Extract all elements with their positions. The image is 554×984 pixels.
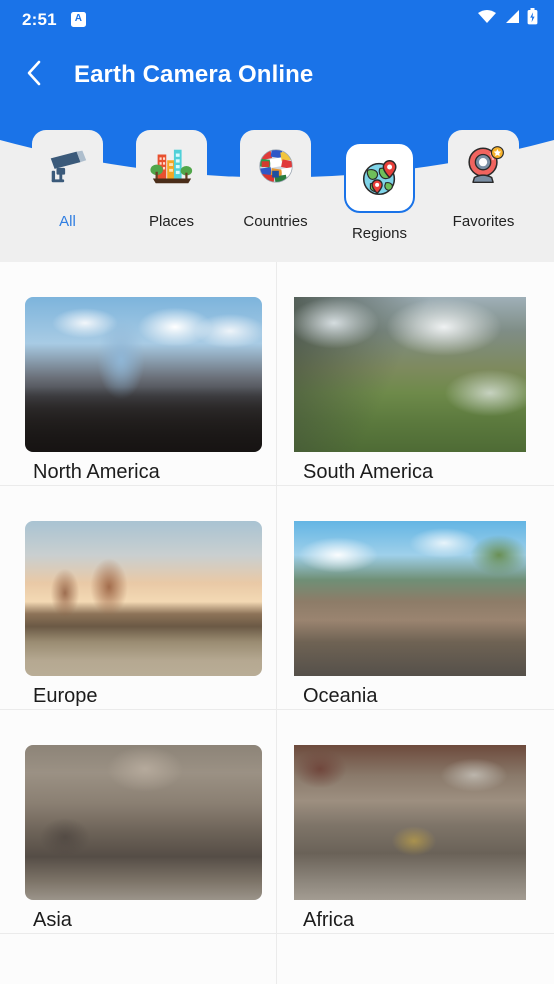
tab-all-card bbox=[32, 130, 103, 201]
tab-places-label: Places bbox=[148, 213, 195, 230]
region-label: North America bbox=[33, 461, 160, 483]
tab-all-label: All bbox=[59, 213, 76, 230]
region-thumbnail bbox=[294, 521, 526, 676]
status-clock: 2:51 bbox=[22, 9, 57, 29]
tab-regions-label: Regions bbox=[351, 225, 408, 242]
tab-favorites-label: Favorites bbox=[452, 213, 515, 230]
status-bar-right bbox=[477, 8, 538, 30]
app-notification-badge-icon: A bbox=[70, 11, 86, 27]
region-card-asia[interactable]: Asia bbox=[0, 710, 277, 934]
region-thumbnail bbox=[25, 745, 262, 900]
tab-places-card bbox=[136, 130, 207, 201]
grid-row: Asia Africa bbox=[0, 710, 554, 934]
region-card-europe[interactable]: Europe bbox=[0, 486, 277, 710]
region-card-south-america[interactable]: South America bbox=[277, 262, 554, 486]
webcam-star-icon bbox=[461, 143, 507, 189]
tab-favorites-card bbox=[448, 130, 519, 201]
region-card-next-right[interactable] bbox=[277, 934, 554, 984]
status-bar-left: 2:51 A bbox=[22, 11, 86, 28]
status-bar: 2:51 A bbox=[0, 0, 554, 38]
region-label: Europe bbox=[33, 685, 98, 707]
battery-charging-icon bbox=[527, 8, 538, 30]
tab-all[interactable]: All bbox=[32, 130, 103, 229]
tab-regions-card bbox=[344, 142, 415, 213]
tab-countries-card bbox=[240, 130, 311, 201]
grid-row bbox=[0, 934, 554, 984]
region-thumbnail bbox=[294, 745, 526, 900]
chevron-left-icon bbox=[26, 60, 42, 91]
region-label: Africa bbox=[303, 909, 355, 931]
region-thumbnail bbox=[294, 297, 526, 452]
region-card-oceania[interactable]: Oceania bbox=[277, 486, 554, 710]
tab-regions[interactable]: Regions bbox=[344, 142, 415, 241]
grid-row: Europe Oceania bbox=[0, 486, 554, 710]
page-title: Earth Camera Online bbox=[74, 61, 314, 88]
flags-globe-icon bbox=[253, 143, 299, 189]
wifi-icon bbox=[477, 9, 497, 29]
region-label: South America bbox=[303, 461, 434, 483]
cctv-camera-icon bbox=[45, 143, 91, 189]
region-card-next-left[interactable] bbox=[0, 934, 277, 984]
region-grid: North America South America Europe Ocean… bbox=[0, 262, 554, 984]
grid-row: North America South America bbox=[0, 262, 554, 486]
region-thumbnail bbox=[25, 521, 262, 676]
app-bar: Earth Camera Online bbox=[0, 50, 554, 100]
region-card-north-america[interactable]: North America bbox=[0, 262, 277, 486]
region-label: Oceania bbox=[303, 685, 378, 707]
tab-countries-label: Countries bbox=[243, 213, 308, 230]
cityscape-icon bbox=[149, 143, 195, 189]
back-button[interactable] bbox=[12, 53, 56, 97]
region-label: Asia bbox=[33, 909, 72, 931]
tab-places[interactable]: Places bbox=[136, 130, 207, 229]
signal-icon bbox=[504, 9, 520, 29]
globe-pin-icon bbox=[357, 155, 403, 201]
category-tab-strip: All Places Countries Regions Favorites bbox=[0, 130, 554, 248]
region-thumbnail bbox=[25, 297, 262, 452]
region-card-africa[interactable]: Africa bbox=[277, 710, 554, 934]
tab-countries[interactable]: Countries bbox=[240, 130, 311, 229]
tab-favorites[interactable]: Favorites bbox=[448, 130, 519, 229]
